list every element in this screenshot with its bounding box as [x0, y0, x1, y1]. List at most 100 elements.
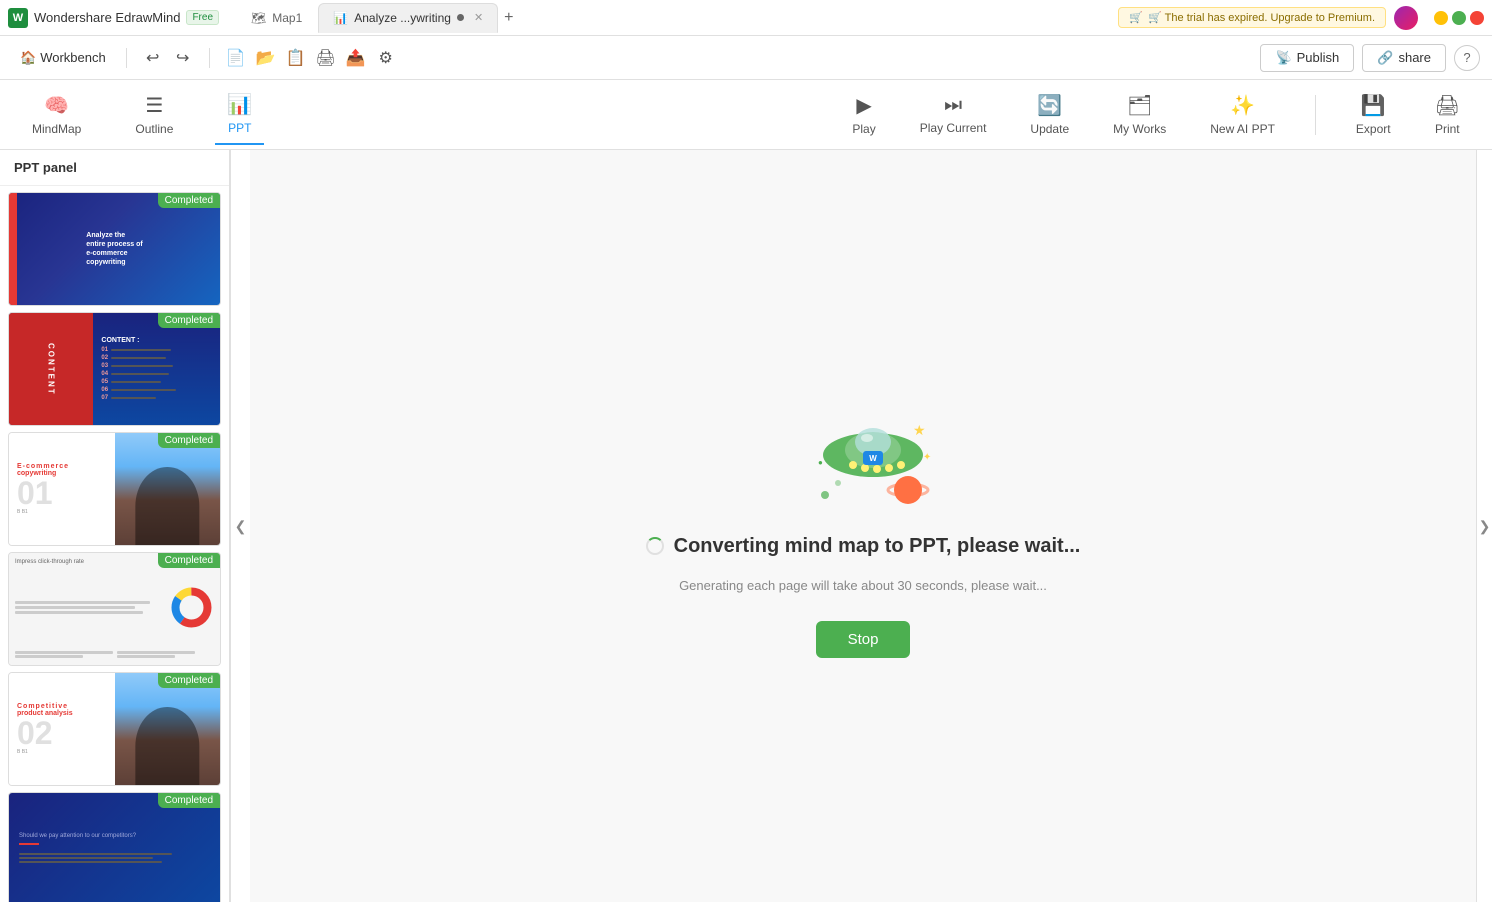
completed-badge-2: Completed	[158, 313, 220, 328]
export-button[interactable]: 📤	[342, 44, 370, 72]
svg-text:★: ★	[913, 422, 926, 438]
new-file-button[interactable]: 📄	[222, 44, 250, 72]
export-ppt-button[interactable]: 💾 Export	[1344, 85, 1403, 144]
undo-button[interactable]: ↩	[139, 44, 167, 72]
panel-title: PPT panel	[14, 160, 77, 175]
play-current-label: Play Current	[920, 121, 987, 135]
my-works-icon: 🗂	[1127, 93, 1152, 118]
toolbar-divider-2	[209, 48, 210, 68]
converting-container: W ★ ✦ ● Converting mind map to PPT, plea…	[646, 395, 1081, 658]
slide-item-5[interactable]: Completed Competitive product analysis 0…	[8, 672, 221, 786]
app-badge: Free	[186, 10, 219, 25]
title-bar: W Wondershare EdrawMind Free 🗺 Map1 📊 An…	[0, 0, 1492, 36]
app-name: Wondershare EdrawMind	[34, 10, 180, 25]
panel-scroll[interactable]: Completed Analyze theentire process ofe-…	[0, 186, 229, 902]
slide-item-3[interactable]: Completed E-commerce copywriting 01 B B1	[8, 432, 221, 546]
template-button[interactable]: 📋	[282, 44, 310, 72]
slide-item-6[interactable]: Completed Should we pay attention to our…	[8, 792, 221, 902]
toolbar: 🏠 Workbench ↩ ↪ 📄 📂 📋 🖨 📤 ⚙ 📡 Publish 🔗 …	[0, 36, 1492, 80]
tab-analyze[interactable]: 📊 Analyze ...ywriting ✕	[318, 3, 498, 33]
redo-button[interactable]: ↪	[169, 44, 197, 72]
publish-label: Publish	[1297, 50, 1340, 65]
svg-text:W: W	[869, 454, 877, 463]
trial-text: 🛒 The trial has expired. Upgrade to Prem…	[1148, 11, 1375, 24]
new-ai-ppt-button[interactable]: ✨ New AI PPT	[1198, 85, 1287, 144]
publish-icon: 📡	[1275, 50, 1291, 66]
donut-chart	[169, 585, 214, 630]
completed-badge-6: Completed	[158, 793, 220, 808]
cart-icon: 🛒	[1129, 11, 1143, 24]
workbench-label: Workbench	[40, 50, 106, 65]
app-logo: W	[8, 8, 28, 28]
svg-text:✦: ✦	[923, 452, 931, 463]
toolbar-right: 📡 Publish 🔗 share ?	[1260, 44, 1480, 72]
tab-add-button[interactable]: +	[504, 9, 513, 27]
tab-analyze-icon: 📊	[333, 11, 348, 25]
publish-button[interactable]: 📡 Publish	[1260, 44, 1354, 72]
svg-text:●: ●	[818, 458, 823, 467]
mindmap-icon: 🧠	[44, 93, 69, 118]
settings-button[interactable]: ⚙	[372, 44, 400, 72]
play-current-button[interactable]: ⏭ Play Current	[908, 86, 999, 143]
converting-title-text: Converting mind map to PPT, please wait.…	[674, 535, 1081, 558]
completed-badge-5: Completed	[158, 673, 220, 688]
my-works-button[interactable]: 🗂 My Works	[1101, 85, 1178, 144]
update-label: Update	[1030, 122, 1069, 136]
slide-item-1[interactable]: Completed Analyze theentire process ofe-…	[8, 192, 221, 306]
right-collapse-icon: ❯	[1479, 518, 1491, 535]
maximize-button[interactable]	[1452, 11, 1466, 25]
main-content-area: W ★ ✦ ● Converting mind map to PPT, plea…	[250, 150, 1476, 902]
help-button[interactable]: ?	[1454, 45, 1480, 71]
collapse-icon: ❮	[235, 518, 247, 535]
home-icon: 🏠	[20, 50, 36, 66]
slide-thumb-1: Analyze theentire process ofe-commerceco…	[9, 193, 220, 305]
ufo-illustration: W ★ ✦ ●	[803, 395, 923, 515]
title-bar-right: 🛒 🛒 The trial has expired. Upgrade to Pr…	[1118, 6, 1484, 30]
slide-item-4[interactable]: Completed Impress click-through rate	[8, 552, 221, 666]
print-ppt-button[interactable]: 🖨 Print	[1423, 85, 1472, 144]
export-ppt-icon: 💾	[1361, 93, 1386, 118]
tab-map1[interactable]: 🗺 Map1	[237, 3, 316, 33]
slide-item-2[interactable]: Completed CONTENT CONTENT : 01 02 03	[8, 312, 221, 426]
tab-map1-label: Map1	[272, 11, 302, 25]
slide-thumb-5: Competitive product analysis 02 B B1 PAR…	[9, 673, 220, 785]
minimize-button[interactable]	[1434, 11, 1448, 25]
right-panel-collapse[interactable]: ❯	[1476, 150, 1492, 902]
slide-thumb-4: Impress click-through rate	[9, 553, 220, 665]
stop-button[interactable]: Stop	[816, 621, 911, 658]
tab-map1-icon: 🗺	[251, 11, 266, 25]
tab-modified-dot	[457, 14, 464, 21]
workbench-button[interactable]: 🏠 Workbench	[12, 46, 114, 70]
toolbar-divider	[126, 48, 127, 68]
trial-banner[interactable]: 🛒 🛒 The trial has expired. Upgrade to Pr…	[1118, 7, 1386, 28]
share-label: share	[1398, 50, 1431, 65]
open-button[interactable]: 📂	[252, 44, 280, 72]
play-current-icon: ⏭	[944, 94, 962, 117]
slide-thumb-2: CONTENT CONTENT : 01 02 03 04 05 06	[9, 313, 220, 425]
completed-badge-1: Completed	[158, 193, 220, 208]
share-icon: 🔗	[1377, 50, 1393, 66]
print-button[interactable]: 🖨	[312, 44, 340, 72]
tab-close-icon[interactable]: ✕	[474, 11, 483, 24]
close-button[interactable]	[1470, 11, 1484, 25]
play-icon: ▶	[856, 93, 871, 118]
collapse-panel-button[interactable]: ❮	[230, 150, 250, 902]
toolbar-file-group: 📄 📂 📋 🖨 📤 ⚙	[222, 44, 400, 72]
tab-mindmap[interactable]: 🧠 MindMap	[20, 85, 93, 144]
user-avatar[interactable]	[1394, 6, 1418, 30]
share-button[interactable]: 🔗 share	[1362, 44, 1446, 72]
play-label: Play	[852, 122, 875, 136]
ufo-svg: W ★ ✦ ●	[803, 395, 943, 525]
tab-ppt[interactable]: 📊 PPT	[215, 84, 264, 145]
completed-badge-4: Completed	[158, 553, 220, 568]
play-button[interactable]: ▶ Play	[840, 85, 887, 144]
view-tabs-divider	[1315, 95, 1316, 135]
new-ai-ppt-label: New AI PPT	[1210, 122, 1275, 136]
tab-outline[interactable]: ☰ Outline	[123, 85, 185, 144]
panel-header: PPT panel	[0, 150, 229, 186]
update-icon: 🔄	[1037, 93, 1062, 118]
update-button[interactable]: 🔄 Update	[1018, 85, 1081, 144]
export-ppt-label: Export	[1356, 122, 1391, 136]
slide-thumb-3: E-commerce copywriting 01 B B1 PART 01	[9, 433, 220, 545]
converting-title: Converting mind map to PPT, please wait.…	[646, 535, 1081, 558]
